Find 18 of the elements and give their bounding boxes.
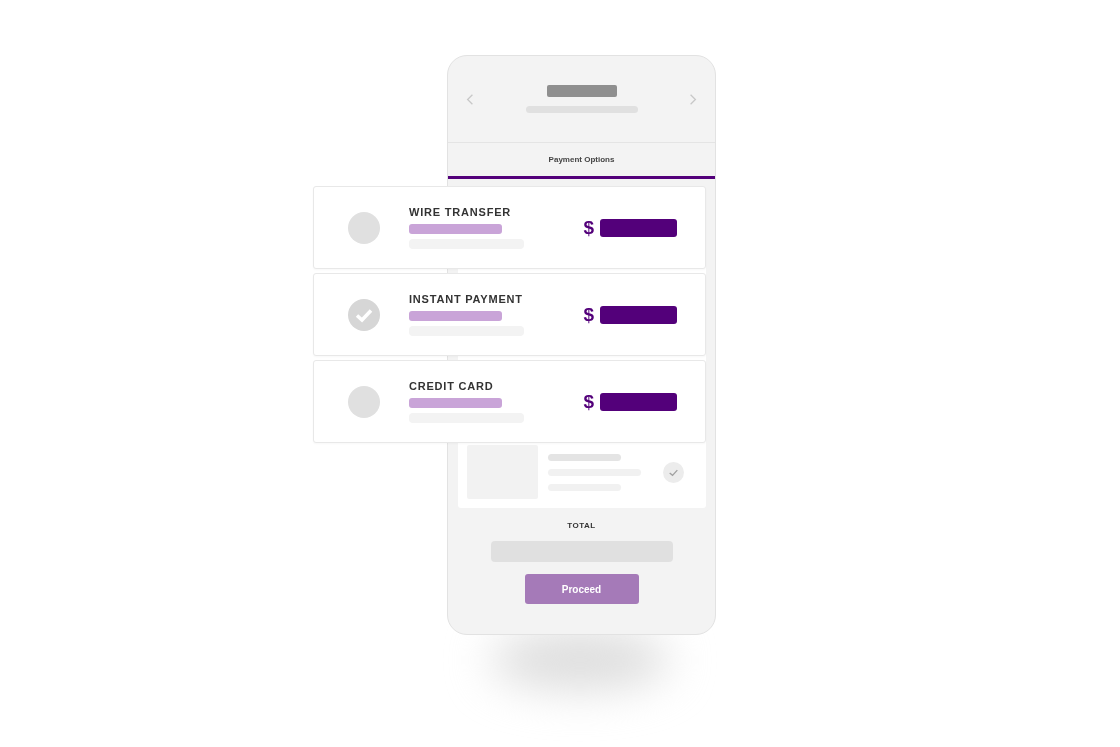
check-circle-icon[interactable] — [348, 298, 380, 331]
payment-option-card[interactable]: INSTANT PAYMENT $ — [313, 273, 706, 356]
option-title: CREDIT CARD — [409, 380, 495, 392]
currency-symbol: $ — [583, 216, 594, 239]
payment-option-card[interactable]: WIRE TRANSFER $ — [313, 186, 706, 269]
radio-circle[interactable] — [348, 211, 380, 244]
currency-symbol: $ — [583, 303, 594, 326]
payment-options-tab[interactable]: Payment Options — [448, 143, 715, 179]
chevron-right-icon[interactable] — [689, 92, 697, 106]
chevron-left-icon[interactable] — [466, 92, 474, 106]
option-title: INSTANT PAYMENT — [409, 293, 524, 305]
payment-option-card[interactable]: CREDIT CARD $ — [313, 360, 706, 443]
title-placeholder — [546, 85, 617, 97]
currency-symbol: $ — [583, 390, 594, 413]
option-title: WIRE TRANSFER — [409, 206, 513, 218]
total-label: TOTAL — [567, 521, 596, 530]
check-icon[interactable] — [662, 461, 684, 483]
radio-circle[interactable] — [348, 385, 380, 418]
